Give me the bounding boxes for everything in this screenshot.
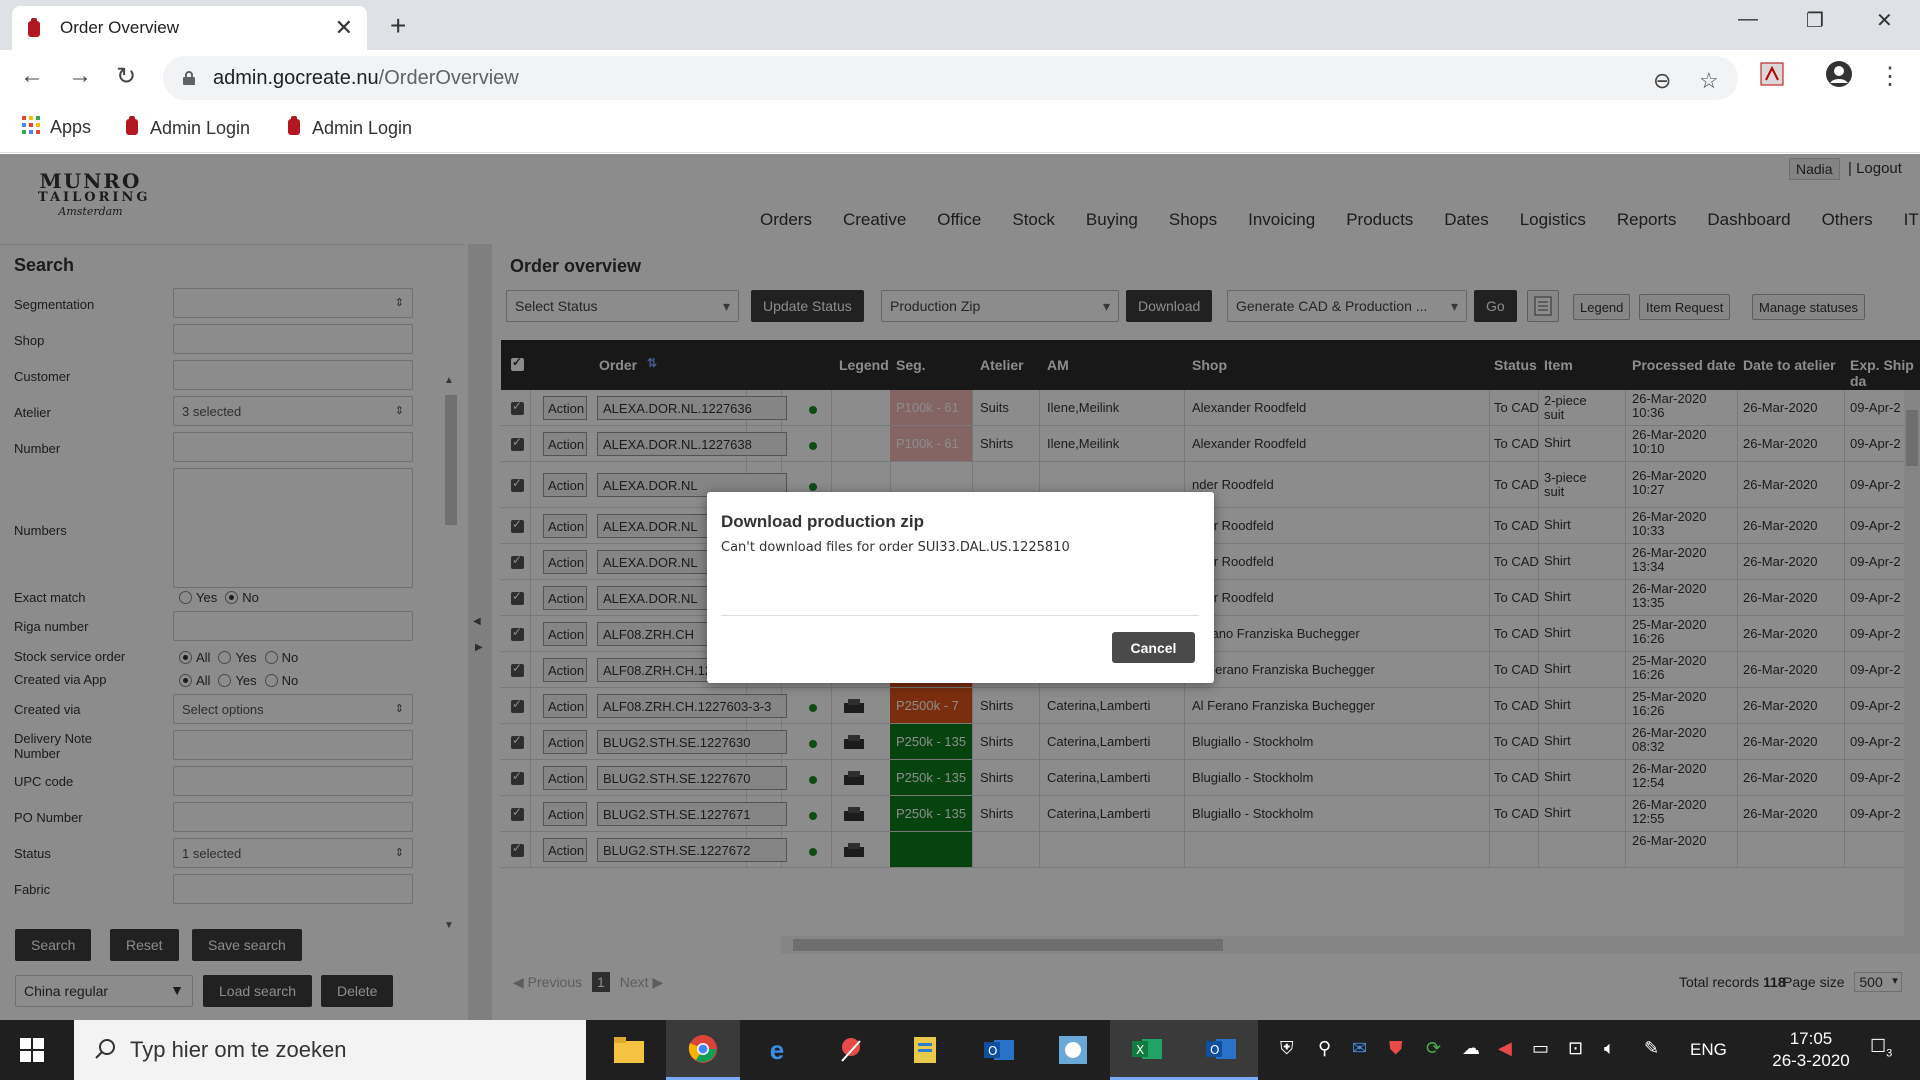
browser-toolbar: ← → ↻ admin.gocreate.nu/OrderOverview ⊖ …	[0, 50, 1920, 105]
audio-tray-icon[interactable]: ◀	[1498, 1038, 1512, 1059]
url-text: admin.gocreate.nu/OrderOverview	[213, 66, 519, 89]
taskbar-search[interactable]: Typ hier om te zoeken	[74, 1020, 586, 1080]
outlook-tray-icon[interactable]: ✉	[1352, 1038, 1367, 1059]
sync-tray-icon[interactable]: ⟳	[1426, 1038, 1441, 1059]
reload-icon[interactable]: ↻	[116, 62, 136, 91]
bookmark-apps[interactable]: Apps	[22, 116, 91, 139]
taskbar-clock[interactable]: 17:05 26-3-2020	[1756, 1028, 1866, 1072]
menu-kebab-icon[interactable]: ⋮	[1878, 62, 1902, 91]
new-tab-button[interactable]: +	[390, 10, 406, 42]
internet-explorer-icon[interactable]: e	[740, 1020, 814, 1080]
svg-text:O: O	[1210, 1043, 1219, 1057]
browser-tabstrip: Order Overview ✕ + — ❐ ✕	[0, 0, 1920, 50]
browser-tab-active[interactable]: Order Overview ✕	[12, 6, 367, 50]
windows-taskbar: Typ hier om te zoeken e O X O ⛨ ⚲ ✉ ⛊ ⟳ …	[0, 1020, 1920, 1080]
tailor-favicon-icon	[26, 18, 42, 38]
outlook-icon[interactable]: O	[962, 1020, 1036, 1080]
tailor-favicon-icon	[286, 116, 302, 141]
snipping-tool-icon[interactable]	[814, 1020, 888, 1080]
window-close-icon[interactable]: ✕	[1876, 8, 1893, 33]
language-indicator[interactable]: ENG	[1690, 1040, 1727, 1060]
crm-app-icon[interactable]	[1036, 1020, 1110, 1080]
battery-icon[interactable]: ▭	[1532, 1038, 1549, 1059]
address-bar[interactable]: admin.gocreate.nu/OrderOverview ⊖ ☆	[163, 56, 1738, 100]
bookmark-star-icon[interactable]: ☆	[1699, 68, 1719, 94]
notes-app-icon[interactable]	[888, 1020, 962, 1080]
link-tray-icon[interactable]: ⚲	[1318, 1038, 1331, 1059]
forward-arrow-icon[interactable]: →	[68, 62, 92, 90]
cancel-button[interactable]: Cancel	[1112, 632, 1195, 663]
file-explorer-icon[interactable]	[592, 1020, 666, 1080]
pdf-extension-icon[interactable]	[1760, 62, 1784, 93]
download-zip-modal: Download production zip Can't download f…	[707, 492, 1214, 683]
antivirus-tray-icon[interactable]: ⛊	[1389, 1038, 1403, 1059]
bookmark-admin-login-2[interactable]: Admin Login	[286, 116, 412, 141]
volume-icon[interactable]: 🔈︎	[1604, 1038, 1615, 1059]
svg-text:X: X	[1136, 1043, 1144, 1057]
minimize-icon[interactable]: —	[1738, 8, 1758, 31]
bookmarks-bar: Apps Admin Login Admin Login	[0, 105, 1920, 153]
notification-icon[interactable]: ☐3	[1870, 1036, 1892, 1060]
network-icon[interactable]: ⊡	[1568, 1038, 1583, 1059]
windows-start-icon[interactable]	[20, 1038, 44, 1062]
restore-icon[interactable]: ❐	[1806, 8, 1824, 33]
modal-divider	[721, 615, 1199, 616]
excel-icon[interactable]: X	[1110, 1020, 1184, 1080]
outlook-active-icon[interactable]: O	[1184, 1020, 1258, 1080]
profile-icon[interactable]	[1825, 60, 1853, 95]
modal-message: Can't download files for order SUI33.DAL…	[721, 540, 1070, 555]
apps-grid-icon	[22, 116, 40, 139]
tab-title: Order Overview	[60, 18, 180, 37]
bookmark-admin-login-1[interactable]: Admin Login	[124, 116, 250, 141]
lock-icon	[183, 71, 195, 85]
modal-title: Download production zip	[721, 512, 925, 531]
search-icon	[94, 1038, 116, 1063]
pen-icon[interactable]: ✎	[1644, 1038, 1659, 1059]
chrome-icon[interactable]	[666, 1020, 740, 1080]
tab-close-icon[interactable]: ✕	[335, 15, 353, 41]
svg-text:O: O	[988, 1044, 997, 1058]
security-shield-icon[interactable]: ⛨	[1280, 1038, 1294, 1059]
cloud-tray-icon[interactable]: ☁	[1462, 1038, 1480, 1059]
zoom-icon[interactable]: ⊖	[1653, 68, 1671, 94]
back-arrow-icon[interactable]: ←	[20, 62, 44, 90]
tailor-favicon-icon	[124, 116, 140, 141]
